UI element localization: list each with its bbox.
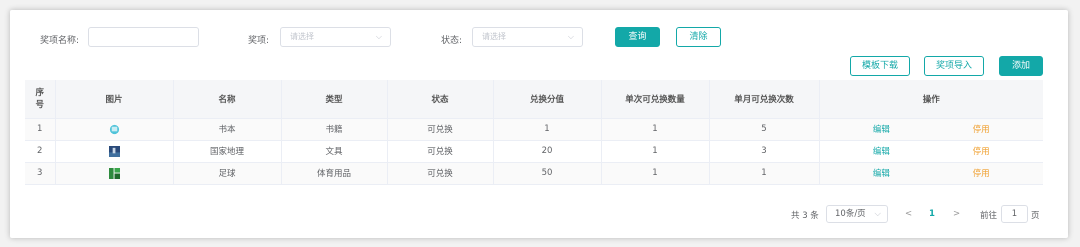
cell-name: 书本: [173, 118, 282, 141]
disable-link[interactable]: 停用: [973, 123, 990, 135]
status-select[interactable]: 请选择 ⌵: [472, 27, 583, 47]
cell-points: 20: [493, 140, 602, 163]
cell-type: 书籍: [281, 118, 388, 141]
header-per-time: 单次可兑换数量: [601, 80, 710, 119]
cell-type: 文具: [281, 140, 388, 163]
page-unit-label: 页: [1031, 211, 1040, 221]
cell-name: 国家地理: [173, 140, 282, 163]
chevron-down-icon: ⌵: [375, 32, 382, 41]
prize-select-placeholder: 请选择: [290, 32, 314, 41]
header-actions: 操作: [819, 80, 1043, 119]
table-row: 1 书本 书籍 可兑换 1 1 5 编辑 停用: [25, 118, 1043, 141]
prize-name-label: 奖项名称:: [40, 36, 80, 46]
football-thumbnail-icon: [108, 167, 120, 179]
cell-points: 1: [493, 118, 602, 141]
prize-label: 奖项:: [248, 36, 270, 46]
cell-status: 可兑换: [387, 118, 494, 141]
header-name: 名称: [173, 80, 282, 119]
cell-per-month: 1: [709, 162, 820, 185]
chevron-down-icon: ⌵: [874, 209, 881, 219]
cell-points: 50: [493, 162, 602, 185]
prize-import-button[interactable]: 奖项导入: [924, 56, 984, 76]
header-image: 图片: [55, 80, 174, 119]
cell-per-month: 5: [709, 118, 820, 141]
page-number-current[interactable]: 1: [929, 209, 935, 219]
add-button[interactable]: 添加: [999, 56, 1043, 76]
edit-link[interactable]: 编辑: [873, 167, 890, 179]
cell-type: 体育用品: [281, 162, 388, 185]
next-page-button[interactable]: >: [953, 209, 960, 219]
edit-link[interactable]: 编辑: [873, 123, 890, 135]
table-row: 3 足球 体育用品 可兑换 50 1 1 编辑 停用: [25, 162, 1043, 185]
goto-page-input[interactable]: 1: [1001, 205, 1028, 223]
pagination-total: 共 3 条: [791, 211, 819, 221]
book-thumbnail-icon: [109, 124, 119, 134]
status-select-placeholder: 请选择: [482, 32, 506, 41]
clear-button[interactable]: 清除: [676, 27, 721, 47]
prev-page-button[interactable]: <: [905, 209, 912, 219]
table-row: 2 国家地理 文具 可兑换 20 1 3 编辑 停用: [25, 140, 1043, 163]
chevron-down-icon: ⌵: [567, 32, 574, 41]
goto-label: 前往: [980, 211, 998, 221]
table-header-row: 序号 图片 名称 类型 状态 兑换分值 单次可兑换数量 单月可兑换次数 操作: [25, 80, 1043, 119]
cell-index: 2: [25, 140, 56, 163]
cell-actions: 编辑 停用: [819, 118, 1043, 141]
cell-status: 可兑换: [387, 162, 494, 185]
page-size-select[interactable]: 10条/页 ⌵: [826, 205, 888, 223]
prize-name-input[interactable]: [88, 27, 199, 47]
cell-per-month: 3: [709, 140, 820, 163]
cell-index: 3: [25, 162, 56, 185]
cell-image: [55, 140, 174, 163]
cell-index: 1: [25, 118, 56, 141]
query-button[interactable]: 查询: [615, 27, 660, 47]
header-per-month: 单月可兑换次数: [709, 80, 820, 119]
header-points: 兑换分值: [493, 80, 602, 119]
geography-thumbnail-icon: [108, 145, 120, 157]
disable-link[interactable]: 停用: [973, 167, 990, 179]
cell-per-time: 1: [601, 140, 710, 163]
status-label: 状态:: [441, 36, 463, 46]
edit-link[interactable]: 编辑: [873, 145, 890, 157]
cell-actions: 编辑 停用: [819, 162, 1043, 185]
cell-per-time: 1: [601, 162, 710, 185]
cell-actions: 编辑 停用: [819, 140, 1043, 163]
page-size-value: 10条/页: [835, 209, 866, 219]
prize-table: 序号 图片 名称 类型 状态 兑换分值 单次可兑换数量 单月可兑换次数 操作 1…: [25, 80, 1043, 185]
template-download-button[interactable]: 模板下载: [850, 56, 910, 76]
cell-image: [55, 162, 174, 185]
header-status: 状态: [387, 80, 494, 119]
header-type: 类型: [281, 80, 388, 119]
prize-select[interactable]: 请选择 ⌵: [280, 27, 391, 47]
disable-link[interactable]: 停用: [973, 145, 990, 157]
cell-status: 可兑换: [387, 140, 494, 163]
header-index: 序号: [25, 80, 56, 119]
cell-image: [55, 118, 174, 141]
cell-per-time: 1: [601, 118, 710, 141]
cell-name: 足球: [173, 162, 282, 185]
